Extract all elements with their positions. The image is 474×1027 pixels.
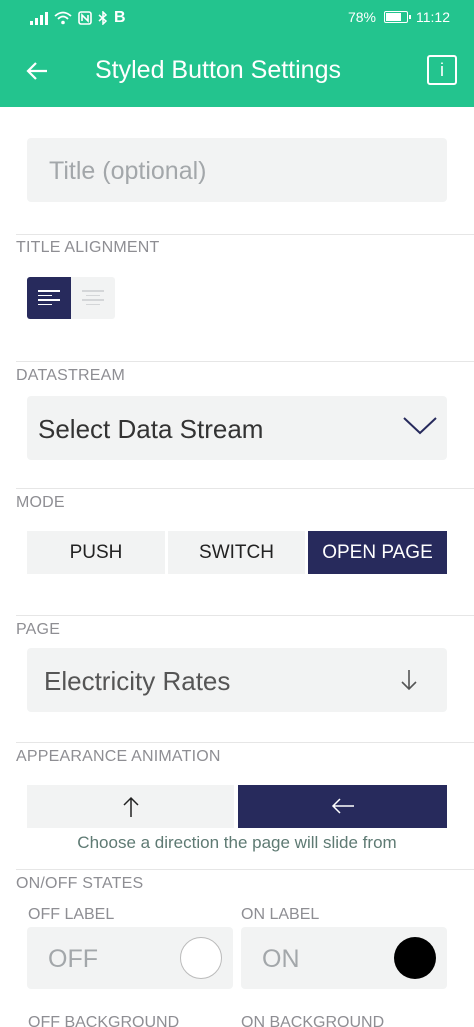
off-color-swatch[interactable] xyxy=(180,937,222,979)
wifi-icon xyxy=(54,11,72,25)
divider xyxy=(16,869,474,870)
align-left-button[interactable] xyxy=(27,277,71,319)
divider xyxy=(16,615,474,616)
divider xyxy=(16,234,474,235)
off-label-title: OFF LABEL xyxy=(28,906,115,923)
off-label-input[interactable]: OFF xyxy=(27,927,233,989)
left-arrow-icon xyxy=(331,798,354,814)
datastream-value: Select Data Stream xyxy=(38,414,264,444)
on-background-title: ON BACKGROUND xyxy=(241,1014,385,1027)
info-button[interactable]: i xyxy=(427,55,457,85)
chevron-down-icon xyxy=(403,417,437,435)
clock: 11:12 xyxy=(416,9,450,25)
app-bar: B 78% 11:12 Styled Button Settings i xyxy=(0,0,474,107)
mode-open-page-button[interactable]: OPEN PAGE xyxy=(308,531,447,574)
nfc-icon xyxy=(78,11,92,25)
divider xyxy=(16,361,474,362)
datastream-select[interactable]: Select Data Stream xyxy=(27,396,447,460)
mode-switch-button[interactable]: SWITCH xyxy=(168,531,305,574)
appearance-animation-label: APPEARANCE ANIMATION xyxy=(16,748,221,765)
on-label-input[interactable]: ON xyxy=(241,927,447,989)
divider xyxy=(16,488,474,489)
page-label: PAGE xyxy=(16,621,61,638)
battery-icon xyxy=(384,11,411,23)
on-label-title: ON LABEL xyxy=(241,906,320,923)
off-label-value: OFF xyxy=(48,945,98,973)
page-select[interactable]: Electricity Rates xyxy=(27,648,447,712)
bluetooth-icon xyxy=(98,11,108,25)
page-title: Styled Button Settings xyxy=(95,56,341,84)
slide-up-button[interactable] xyxy=(27,785,234,828)
battery-percent: 78% xyxy=(347,9,376,25)
align-left-icon xyxy=(38,290,60,308)
mode-label: MODE xyxy=(16,494,65,511)
on-color-swatch[interactable] xyxy=(394,937,436,979)
animation-hint: Choose a direction the page will slide f… xyxy=(77,833,397,852)
down-arrow-icon xyxy=(401,670,417,691)
on-label-value: ON xyxy=(262,945,300,973)
divider xyxy=(16,742,474,743)
title-input[interactable]: Title (optional) xyxy=(27,138,447,202)
align-center-button[interactable] xyxy=(71,277,115,319)
page-value: Electricity Rates xyxy=(44,666,231,696)
mode-push-button[interactable]: PUSH xyxy=(27,531,165,574)
off-background-title: OFF BACKGROUND xyxy=(28,1014,180,1027)
title-input-placeholder: Title (optional) xyxy=(49,157,207,185)
slide-left-button[interactable] xyxy=(238,785,447,828)
up-arrow-icon xyxy=(123,796,139,817)
on-off-states-label: ON/OFF STATES xyxy=(16,875,144,892)
title-alignment-label: TITLE ALIGNMENT xyxy=(16,239,160,256)
datastream-label: DATASTREAM xyxy=(16,367,125,384)
align-center-icon xyxy=(82,290,104,308)
back-arrow-icon[interactable] xyxy=(22,56,52,86)
status-bar: B 78% 11:12 xyxy=(0,0,474,34)
signal-icon xyxy=(30,11,48,25)
b-app-icon: B xyxy=(114,9,126,26)
